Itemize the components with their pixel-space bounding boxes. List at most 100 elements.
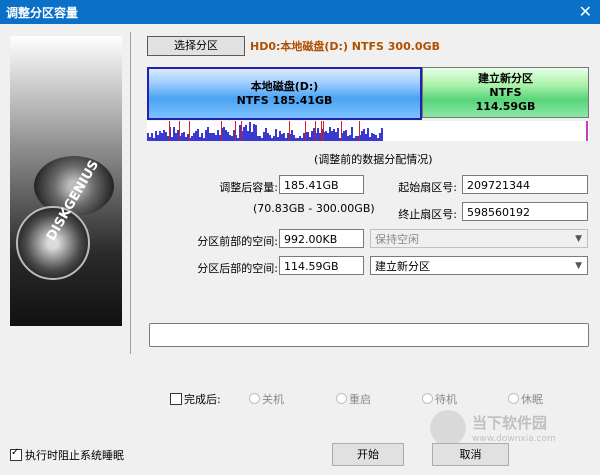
map-usage-bar: [339, 138, 341, 141]
map-usage-bar: [335, 132, 337, 141]
radio-standby: [422, 393, 433, 404]
map-usage-bar: [223, 127, 225, 141]
select-partition-button[interactable]: 选择分区: [147, 36, 245, 56]
watermark-title: 当下软件园: [472, 414, 548, 432]
map-usage-bar: [281, 134, 283, 141]
map-usage-bar: [353, 138, 355, 141]
map-usage-bar: [329, 127, 331, 141]
map-usage-bar: [377, 138, 379, 141]
map-usage-bar: [255, 125, 257, 141]
data-distribution-map: [147, 121, 589, 141]
map-usage-bar: [215, 135, 217, 141]
partition-size: 114.59GB: [475, 100, 536, 113]
map-usage-bar: [293, 135, 295, 141]
after-space-select[interactable]: 建立新分区 ▼: [370, 256, 588, 275]
map-usage-bar: [299, 136, 301, 141]
finish-label: 完成后:: [184, 393, 221, 406]
map-usage-bar: [245, 125, 247, 141]
map-usage-bar: [239, 125, 241, 141]
map-usage-bar: [187, 134, 189, 141]
map-caption: (调整前的数据分配情况): [314, 153, 433, 166]
map-usage-bar: [183, 132, 185, 141]
prevent-sleep-checkbox[interactable]: [10, 447, 22, 461]
map-usage-bar: [237, 138, 239, 141]
after-space-input[interactable]: 114.59GB: [279, 256, 364, 275]
finish-checkbox[interactable]: [170, 393, 182, 405]
map-usage-bar: [199, 137, 201, 141]
end-sector-input[interactable]: 598560192: [462, 202, 588, 221]
map-usage-bar: [191, 136, 193, 141]
map-usage-bar: [291, 130, 293, 141]
partition-block-d[interactable]: 本地磁盘(D:) NTFS 185.41GB: [147, 67, 422, 120]
map-usage-bar: [381, 128, 383, 141]
start-button[interactable]: 开始: [332, 443, 404, 466]
hard-disk-image: [16, 206, 90, 280]
map-usage-bar: [193, 133, 195, 141]
map-marker: [359, 121, 360, 141]
map-usage-bar: [303, 133, 305, 141]
map-usage-bar: [201, 133, 203, 141]
size-range: (70.83GB - 300.00GB): [253, 202, 375, 215]
map-usage-bar: [351, 127, 353, 141]
disk-info: HD0:本地磁盘(D:) NTFS 300.0GB: [250, 40, 440, 53]
map-usage-bar: [251, 132, 253, 141]
map-usage-bar: [257, 136, 259, 141]
partition-block-new[interactable]: 建立新分区 NTFS 114.59GB: [422, 67, 589, 118]
map-usage-bar: [159, 131, 161, 141]
map-usage-bar: [357, 136, 359, 141]
map-usage-bar: [157, 135, 159, 141]
map-usage-bar: [333, 129, 335, 141]
result-box: [149, 323, 589, 347]
map-usage-bar: [297, 138, 299, 141]
map-usage-bar: [195, 131, 197, 141]
map-usage-bar: [273, 136, 275, 141]
map-usage-bar: [283, 133, 285, 141]
map-usage-bar: [309, 137, 311, 141]
map-usage-bar: [197, 129, 199, 141]
partition-fs: NTFS: [489, 86, 522, 99]
map-usage-bar: [277, 137, 279, 141]
map-usage-bar: [271, 138, 273, 141]
map-usage-bar: [203, 138, 205, 141]
map-usage-bar: [249, 122, 251, 141]
map-usage-bar: [227, 132, 229, 141]
map-usage-bar: [285, 138, 287, 141]
map-usage-bar: [165, 132, 167, 141]
map-usage-bar: [163, 130, 165, 141]
chevron-down-icon: ▼: [575, 261, 582, 271]
map-usage-bar: [331, 131, 333, 141]
cancel-button[interactable]: 取消: [432, 443, 509, 466]
map-usage-bar: [349, 135, 351, 141]
window-title: 调整分区容量: [6, 6, 79, 20]
map-end-marker: [586, 121, 588, 141]
map-usage-bar: [185, 137, 187, 141]
map-usage-bar: [327, 133, 329, 141]
start-sector-input[interactable]: 209721344: [462, 175, 588, 194]
map-usage-bar: [229, 135, 231, 141]
map-usage-bar: [153, 138, 155, 141]
size-input[interactable]: 185.41GB: [279, 175, 364, 194]
map-usage-bar: [209, 133, 211, 141]
map-usage-bar: [337, 128, 339, 141]
map-usage-bar: [311, 131, 313, 141]
map-usage-bar: [233, 130, 235, 141]
map-usage-bar: [301, 138, 303, 141]
map-marker: [169, 121, 170, 141]
map-marker: [341, 121, 342, 141]
map-usage-bar: [267, 133, 269, 141]
map-usage-bar: [217, 130, 219, 141]
before-space-input[interactable]: 992.00KB: [279, 229, 364, 248]
map-usage-bar: [219, 135, 221, 141]
map-usage-bar: [343, 131, 345, 141]
map-usage-bar: [365, 134, 367, 141]
diskgenius-side-image: DISKGENIUS: [10, 36, 122, 326]
map-marker: [323, 121, 324, 141]
map-usage-bar: [261, 138, 263, 141]
partition-name: 建立新分区: [478, 72, 533, 85]
map-usage-bar: [225, 130, 227, 141]
radio-standby-label: 待机: [435, 393, 457, 406]
close-icon[interactable]: ✕: [579, 2, 592, 21]
map-usage-bar: [375, 135, 377, 141]
map-marker: [241, 121, 242, 141]
map-usage-bar: [247, 131, 249, 141]
